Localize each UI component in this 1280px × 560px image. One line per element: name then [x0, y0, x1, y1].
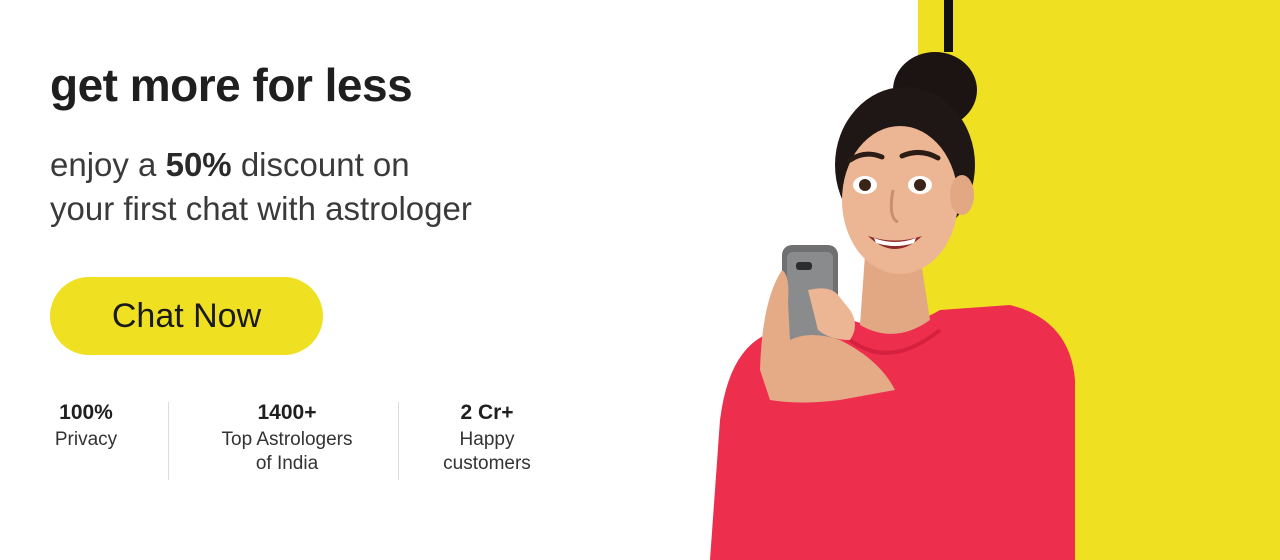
discount-percentage: 50% [165, 146, 232, 183]
stat-value: 2 Cr+ [460, 401, 514, 424]
stats-row: 100% Privacy 1400+ Top Astrologers of In… [0, 398, 620, 482]
stat-label-line2: of India [255, 453, 319, 474]
discount-subline: enjoy a 50% discount on your first chat w… [50, 143, 472, 231]
stat-value: 100% [59, 401, 113, 424]
woman-with-phone-illustration [710, 52, 1075, 560]
face [842, 126, 958, 274]
subline-line2: your first chat with astrologer [50, 190, 472, 227]
stat-divider [398, 402, 399, 480]
stat-divider [168, 402, 169, 480]
stat-astrologers: 1400+ Top Astrologers of India [204, 398, 370, 476]
headline: get more for less [50, 59, 413, 111]
stat-label: Top Astrologers [221, 429, 353, 450]
stat-value: 1400+ [257, 401, 317, 424]
stat-label: Privacy [54, 429, 118, 450]
subline-suffix: discount on [231, 146, 410, 183]
stat-customers: 2 Cr+ Happy customers [428, 398, 546, 476]
stat-label-line2: customers [443, 453, 531, 474]
stat-label: Happy [459, 429, 515, 450]
promo-banner: get more for less enjoy a 50% discount o… [0, 0, 1280, 560]
stat-privacy: 100% Privacy [50, 398, 122, 452]
chat-now-button[interactable]: Chat Now [50, 277, 323, 355]
subline-prefix: enjoy a [50, 146, 166, 183]
